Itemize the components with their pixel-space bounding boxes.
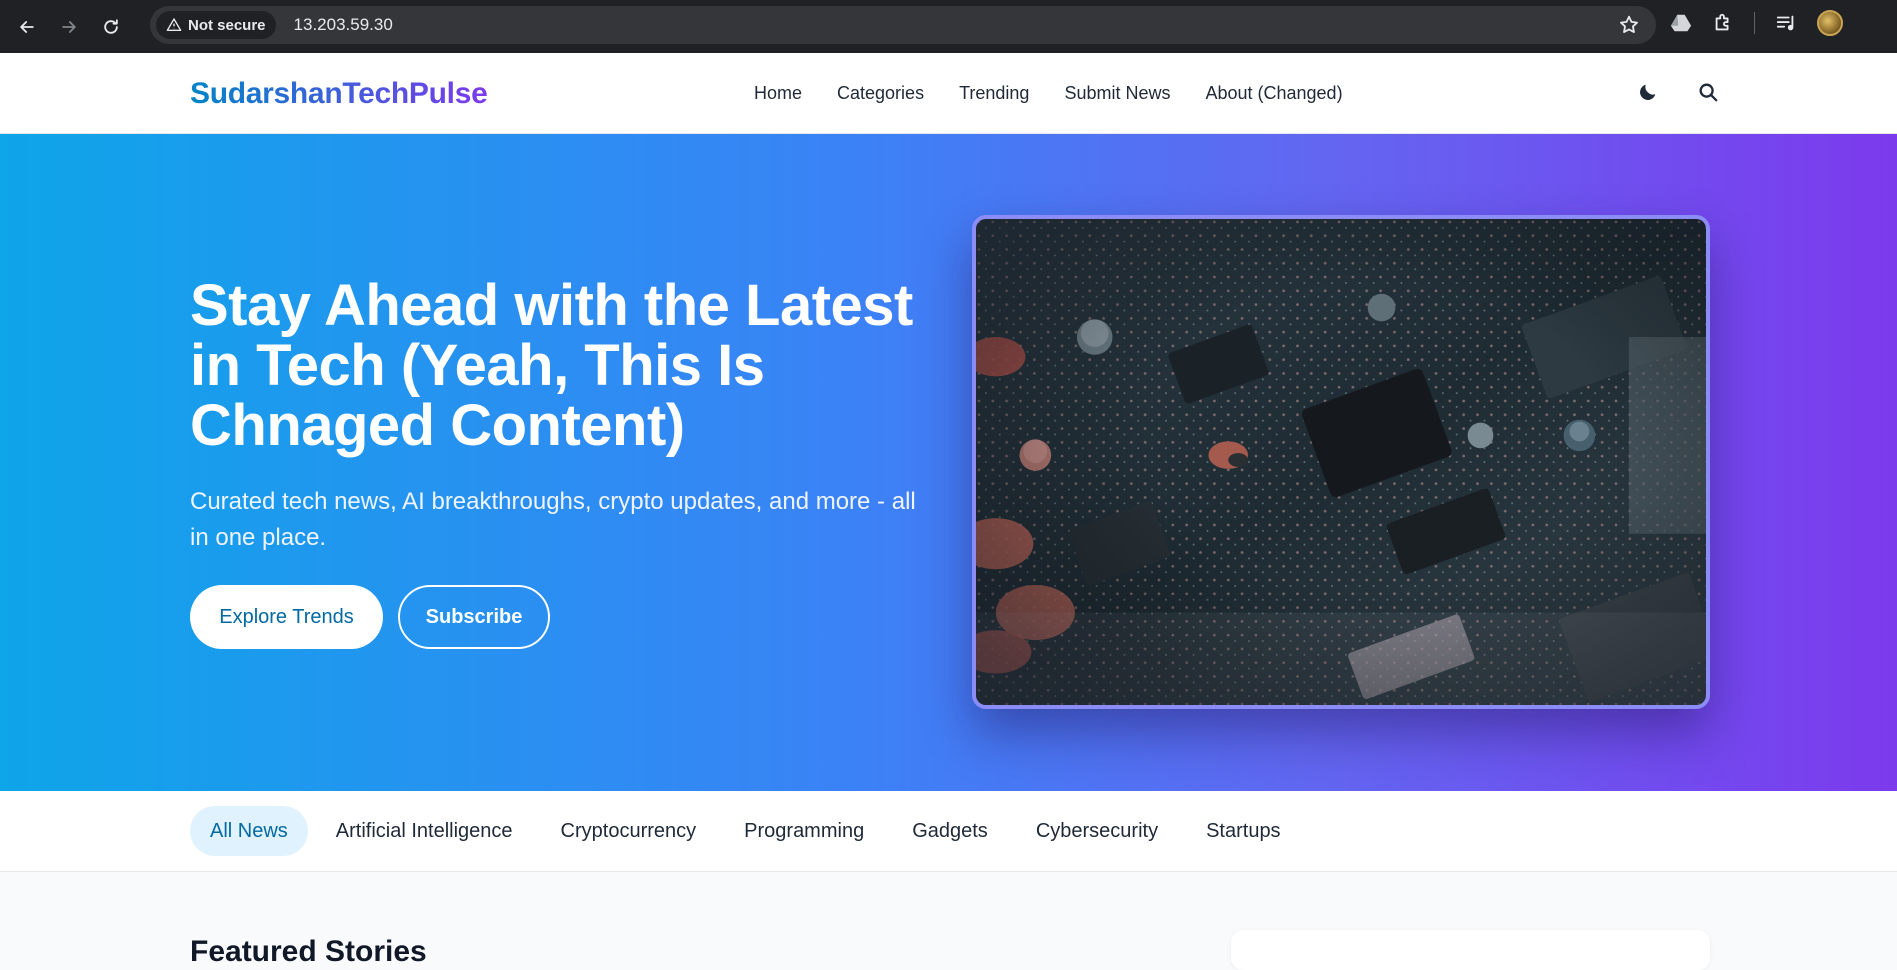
- circuit-board-illustration: [976, 219, 1706, 705]
- sidebar-card: [1231, 930, 1710, 970]
- hero-circuit-board-image: [972, 215, 1710, 709]
- nav-about[interactable]: About (Changed): [1205, 83, 1342, 104]
- extensions-area: [1670, 10, 1843, 36]
- reload-icon: [104, 18, 118, 34]
- browser-toolbar: Not secure 13.203.59.30: [0, 0, 1897, 53]
- nav-trending[interactable]: Trending: [959, 83, 1029, 104]
- explore-trends-button[interactable]: Explore Trends: [190, 585, 383, 649]
- bookmark-star-icon[interactable]: [1618, 14, 1640, 36]
- warning-icon: [166, 18, 182, 31]
- nav-categories[interactable]: Categories: [837, 83, 924, 104]
- reload-button[interactable]: [96, 12, 126, 42]
- category-programming[interactable]: Programming: [724, 806, 884, 856]
- category-filter-bar: All News Artificial Intelligence Cryptoc…: [0, 791, 1897, 872]
- site-logo[interactable]: SudarshanTechPulse: [190, 77, 488, 111]
- nav-submit-news[interactable]: Submit News: [1064, 83, 1170, 104]
- security-indicator[interactable]: Not secure: [156, 11, 276, 39]
- category-list: All News Artificial Intelligence Cryptoc…: [190, 806, 1301, 856]
- forward-button[interactable]: [54, 12, 84, 42]
- media-queue-icon[interactable]: [1775, 12, 1797, 34]
- category-cryptocurrency[interactable]: Cryptocurrency: [541, 806, 717, 856]
- nav-home[interactable]: Home: [754, 83, 802, 104]
- security-label: Not secure: [188, 16, 266, 34]
- site-header: SudarshanTechPulse Home Categories Trend…: [0, 53, 1897, 134]
- profile-avatar[interactable]: [1817, 10, 1843, 36]
- category-cybersecurity[interactable]: Cybersecurity: [1016, 806, 1178, 856]
- header-actions: [1637, 81, 1719, 103]
- hero-title: Stay Ahead with the Latest in Tech (Yeah…: [190, 273, 913, 458]
- url-text[interactable]: 13.203.59.30: [294, 15, 393, 35]
- puzzle-extensions-icon[interactable]: [1712, 12, 1734, 34]
- drive-extension-icon[interactable]: [1670, 12, 1692, 34]
- toolbar-divider: [1754, 12, 1755, 34]
- category-startups[interactable]: Startups: [1186, 806, 1300, 856]
- address-bar[interactable]: Not secure 13.203.59.30: [150, 6, 1656, 44]
- moon-icon[interactable]: [1637, 81, 1659, 103]
- category-gadgets[interactable]: Gadgets: [892, 806, 1008, 856]
- hero-section: Stay Ahead with the Latest in Tech (Yeah…: [0, 134, 1897, 791]
- arrow-left-icon: [20, 20, 34, 33]
- hero-subtitle: Curated tech news, AI breakthroughs, cry…: [190, 488, 916, 551]
- subscribe-button[interactable]: Subscribe: [398, 585, 550, 649]
- back-button[interactable]: [12, 12, 42, 42]
- category-all-news[interactable]: All News: [190, 806, 308, 856]
- featured-stories-heading: Featured Stories: [190, 935, 427, 968]
- arrow-right-icon: [62, 20, 76, 33]
- main-navigation: Home Categories Trending Submit News Abo…: [754, 83, 1343, 104]
- category-artificial-intelligence[interactable]: Artificial Intelligence: [316, 806, 533, 856]
- search-icon[interactable]: [1697, 81, 1719, 103]
